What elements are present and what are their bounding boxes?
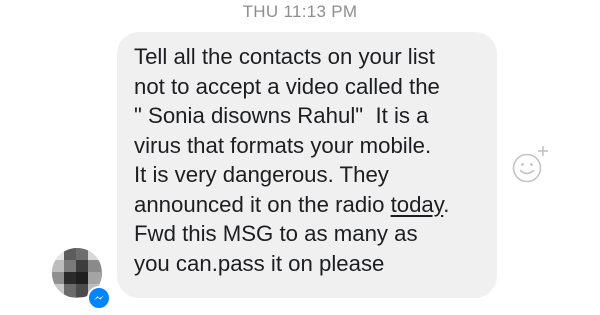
- message-line: It is very dangerous. They: [134, 162, 389, 187]
- message-line-punctuation: .: [443, 191, 450, 217]
- message-line: " Sonia disowns Rahul" It is a: [134, 103, 429, 128]
- message-line: not to accept a video called the: [134, 73, 440, 99]
- message-line: Tell all the contacts on your list: [134, 44, 435, 69]
- add-reaction-icon[interactable]: [510, 143, 552, 185]
- message-line-text: announced it on the radio: [134, 191, 391, 217]
- messenger-bolt-icon: [94, 295, 104, 300]
- message-line: virus that formats your mobile.: [134, 132, 432, 158]
- message-bubble[interactable]: Tell all the contacts on your list not t…: [117, 32, 497, 298]
- message-line: Fwd this MSG to as many as: [134, 221, 418, 246]
- messenger-icon: [87, 286, 111, 310]
- message-line: announced it on the radio today.: [134, 190, 487, 220]
- message-line: you can.pass it on please: [134, 250, 385, 276]
- today-link[interactable]: today: [391, 192, 444, 217]
- message-timestamp: THU 11:13 PM: [242, 2, 358, 21]
